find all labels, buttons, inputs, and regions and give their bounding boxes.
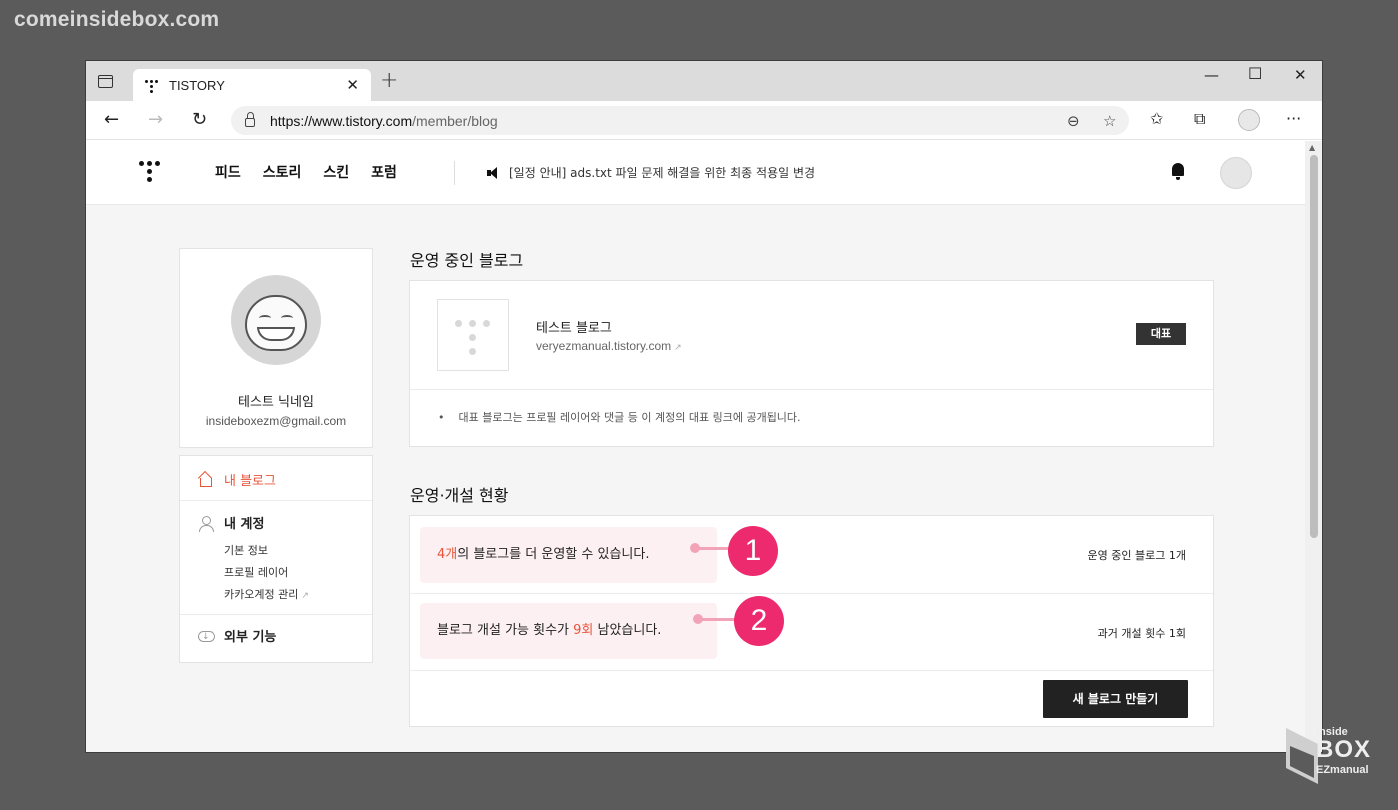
insidebox-logo: Inside BOX EZmanual: [1284, 726, 1380, 786]
annotation-dot: [690, 543, 700, 553]
blog-url: veryezmanual.tistory.com: [536, 339, 672, 353]
menu-my-account: 내 계정 기본 정보 프로필 레이어 카카오계정 관리 ↗: [180, 513, 372, 607]
vertical-scrollbar[interactable]: ▲: [1305, 141, 1322, 752]
active-blog-card: 테스트 블로그 veryezmanual.tistory.com ↗ 대표 • 대…: [409, 280, 1214, 447]
remaining-creations-count: 9회: [573, 623, 594, 638]
link-profile-layer[interactable]: 프로필 레이어: [224, 562, 372, 584]
remaining-blogs-count: 4개: [437, 547, 458, 562]
logo-line-3: EZmanual: [1316, 764, 1369, 776]
tistory-favicon-icon: [145, 78, 159, 93]
url-host: https://www.tistory.com: [270, 112, 413, 129]
back-icon[interactable]: ←: [104, 109, 119, 130]
annotation-marker-1: 1: [728, 526, 778, 576]
more-menu-icon[interactable]: ···: [1286, 109, 1301, 128]
browser-window: TISTORY ✕ + — ☐ ✕ ← → ↻ https://www.tist…: [85, 60, 1323, 753]
home-icon: [198, 472, 214, 488]
zoom-icon[interactable]: ⊖: [1067, 112, 1080, 130]
remaining-blogs-pill: 4개의 블로그를 더 운영할 수 있습니다.: [420, 527, 717, 583]
active-blog-count: 운영 중인 블로그 1개: [1087, 549, 1186, 562]
external-link-icon: ↗: [674, 342, 682, 352]
menu-my-account-label[interactable]: 내 계정: [224, 513, 264, 532]
url-path: /member/blog: [412, 112, 498, 129]
address-bar: ← → ↻ https://www.tistory.com/member/blo…: [86, 101, 1322, 140]
annotation-connector: [696, 547, 732, 550]
box-logo-icon: [1286, 728, 1318, 784]
watermark-text: comeinsidebox.com: [14, 8, 220, 31]
status-card: 4개의 블로그를 더 운영할 수 있습니다. 운영 중인 블로그 1개 블로그 …: [409, 515, 1214, 727]
minimize-icon[interactable]: —: [1204, 66, 1219, 84]
remaining-creations-pill: 블로그 개설 가능 횟수가 9회 남았습니다.: [420, 603, 717, 659]
site-header: 피드 스토리 스킨 포럼 [일정 안내] ads.txt 파일 문제 해결을 위…: [86, 141, 1307, 205]
profile-email: insideboxezm@gmail.com: [205, 414, 347, 428]
link-kakao-account[interactable]: 카카오계정 관리 ↗: [224, 584, 372, 607]
menu-my-blog-label: 내 블로그: [224, 474, 276, 489]
favorites-icon[interactable]: ✩: [1150, 109, 1163, 128]
notice-text: [일정 안내] ads.txt 파일 문제 해결을 위한 최종 적용일 변경: [509, 166, 816, 180]
user-icon: [198, 515, 214, 532]
account-sub-links: 기본 정보 프로필 레이어 카카오계정 관리 ↗: [198, 540, 372, 607]
header-avatar[interactable]: [1220, 157, 1252, 189]
tab-actions-icon[interactable]: [98, 75, 113, 88]
forward-icon[interactable]: →: [148, 109, 163, 130]
menu-external-label: 외부 기능: [224, 630, 277, 645]
url-field[interactable]: https://www.tistory.com/member/blog ⊖ ☆: [231, 106, 1129, 135]
active-blogs-title: 운영 중인 블로그: [410, 251, 524, 270]
tab-tistory[interactable]: TISTORY ✕: [133, 69, 371, 101]
lock-icon: [245, 112, 255, 127]
annotation-dot: [693, 614, 703, 624]
blog-thumbnail[interactable]: [437, 299, 509, 371]
collections-icon[interactable]: ⧉: [1194, 109, 1205, 129]
nav-forum[interactable]: 포럼: [371, 162, 397, 182]
representative-note-text: 대표 블로그는 프로필 레이어와 댓글 등 이 계정의 대표 링크에 공개됩니다…: [458, 411, 801, 424]
add-favorite-icon[interactable]: ☆: [1103, 112, 1116, 130]
main-nav: 피드 스토리 스킨 포럼: [215, 162, 397, 182]
create-blog-button[interactable]: 새 블로그 만들기: [1043, 680, 1188, 718]
nav-feed[interactable]: 피드: [215, 162, 241, 182]
browser-profile-icon[interactable]: [1238, 109, 1260, 131]
tab-bar: TISTORY ✕ + — ☐ ✕: [86, 61, 1322, 101]
tab-close-icon[interactable]: ✕: [346, 76, 359, 94]
blog-url-link[interactable]: veryezmanual.tistory.com ↗: [536, 339, 682, 353]
tab-title: TISTORY: [169, 77, 225, 93]
page-content: 피드 스토리 스킨 포럼 [일정 안내] ads.txt 파일 문제 해결을 위…: [86, 141, 1307, 752]
profile-card: 테스트 닉네임 insideboxezm@gmail.com: [179, 248, 373, 448]
window-close-icon[interactable]: ✕: [1294, 66, 1307, 84]
menu-my-blog[interactable]: 내 블로그: [180, 470, 372, 489]
nav-story[interactable]: 스토리: [263, 162, 302, 182]
external-link-icon: ↗: [301, 591, 309, 601]
representative-badge: 대표: [1136, 323, 1186, 345]
status-title: 운영·개설 현황: [410, 486, 509, 505]
remaining-creations-text: 남았습니다.: [593, 623, 662, 638]
link-kakao-account-label: 카카오계정 관리: [224, 588, 299, 601]
nav-skin[interactable]: 스킨: [323, 162, 349, 182]
scroll-up-icon[interactable]: ▲: [1309, 143, 1315, 152]
past-creation-count: 과거 개설 횟수 1회: [1097, 627, 1186, 640]
header-divider: [454, 161, 455, 185]
profile-avatar: [231, 275, 321, 365]
account-menu: 내 블로그 내 계정 기본 정보 프로필 레이어 카카오계정 관리 ↗ ↓ 외부…: [179, 455, 373, 663]
link-basic-info[interactable]: 기본 정보: [224, 540, 372, 562]
remaining-creations-prefix: 블로그 개설 가능 횟수가: [437, 623, 574, 638]
representative-note: • 대표 블로그는 프로필 레이어와 댓글 등 이 계정의 대표 링크에 공개됩…: [438, 411, 801, 424]
tistory-logo-icon[interactable]: [139, 161, 163, 185]
annotation-marker-2: 2: [734, 596, 784, 646]
profile-nickname: 테스트 닉네임: [238, 395, 314, 410]
blog-name[interactable]: 테스트 블로그: [536, 317, 612, 336]
remaining-blogs-text: 의 블로그를 더 운영할 수 있습니다.: [457, 547, 650, 562]
menu-external[interactable]: 외부 기능: [180, 626, 372, 645]
maximize-icon[interactable]: ☐: [1248, 64, 1262, 83]
bell-icon[interactable]: [1170, 163, 1186, 181]
logo-line-2: BOX: [1316, 736, 1372, 763]
notice-link[interactable]: [일정 안내] ads.txt 파일 문제 해결을 위한 최종 적용일 변경: [487, 164, 815, 181]
scroll-thumb[interactable]: [1310, 155, 1318, 538]
refresh-icon[interactable]: ↻: [192, 109, 207, 130]
new-tab-icon[interactable]: +: [380, 68, 398, 93]
cloud-download-icon: [198, 628, 215, 644]
speaker-icon: [487, 166, 501, 179]
